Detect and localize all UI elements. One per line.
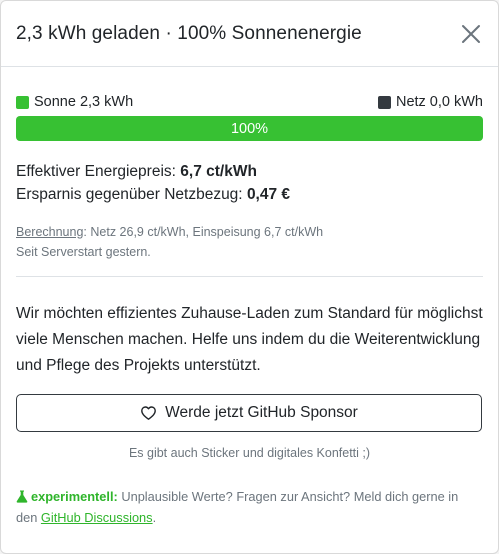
grid-label: Netz 0,0 kWh bbox=[395, 94, 483, 110]
sponsor-appeal: Wir möchten effizientes Zuhause-Laden zu… bbox=[16, 305, 483, 374]
calculation-details: : Netz 26,9 ct/kWh, Einspeisung 6,7 ct/k… bbox=[83, 225, 324, 239]
grid-swatch bbox=[377, 95, 391, 109]
modal-body: Sonne 2,3 kWh Netz 0,0 kWh 100% Effektiv… bbox=[1, 92, 498, 528]
experimental-note: experimentell: Unplausible Werte? Fragen… bbox=[16, 486, 483, 528]
close-button[interactable] bbox=[460, 23, 482, 45]
legend-grid: Netz 0,0 kWh bbox=[377, 94, 483, 110]
price-summary: Effektiver Energiepreis: 6,7 ct/kWh Ersp… bbox=[16, 160, 483, 206]
calculation-line: Berechnung: Netz 26,9 ct/kWh, Einspeisun… bbox=[16, 222, 483, 242]
energy-modal: 2,3 kWh geladen · 100% Sonnenenergie Son… bbox=[0, 0, 499, 554]
legend-sun: Sonne 2,3 kWh bbox=[16, 94, 133, 110]
progress-label: 100% bbox=[230, 120, 269, 137]
calculation-info: Berechnung: Netz 26,9 ct/kWh, Einspeisun… bbox=[16, 222, 483, 262]
close-icon bbox=[462, 24, 480, 43]
divider bbox=[16, 276, 483, 277]
sticker-note: Es gibt auch Sticker und digitales Konfe… bbox=[128, 446, 371, 460]
github-sponsor-label: Werde jetzt GitHub Sponsor bbox=[165, 404, 358, 421]
calculation-link[interactable]: Berechnung bbox=[16, 225, 83, 239]
heart-icon bbox=[141, 406, 157, 420]
modal-title: 2,3 kWh geladen · 100% Sonnenenergie bbox=[16, 22, 362, 44]
savings-row: Ersparnis gegenüber Netzbezug: 0,47 € bbox=[16, 183, 483, 206]
energy-progress-bar: 100% bbox=[16, 116, 483, 141]
energy-legend: Sonne 2,3 kWh Netz 0,0 kWh bbox=[16, 92, 483, 112]
modal-header: 2,3 kWh geladen · 100% Sonnenenergie bbox=[1, 1, 498, 67]
savings-label: Ersparnis gegenüber Netzbezug: bbox=[16, 186, 243, 203]
sun-label: Sonne 2,3 kWh bbox=[34, 94, 134, 110]
calculation-since: Seit Serverstart gestern. bbox=[16, 245, 151, 259]
github-discussions-link[interactable]: GitHub Discussions bbox=[41, 510, 153, 525]
experimental-label: experimentell: bbox=[31, 489, 118, 504]
flask-icon bbox=[16, 490, 28, 503]
experimental-end: . bbox=[152, 510, 157, 525]
effective-price-row: Effektiver Energiepreis: 6,7 ct/kWh bbox=[16, 160, 483, 183]
sun-progress-fill: 100% bbox=[16, 116, 483, 141]
github-sponsor-button[interactable]: Werde jetzt GitHub Sponsor bbox=[16, 394, 482, 432]
sun-swatch bbox=[16, 95, 29, 109]
effective-price-label: Effektiver Energiepreis: bbox=[16, 163, 176, 180]
effective-price-value: 6,7 ct/kWh bbox=[180, 163, 257, 180]
savings-value: 0,47 € bbox=[246, 186, 291, 203]
